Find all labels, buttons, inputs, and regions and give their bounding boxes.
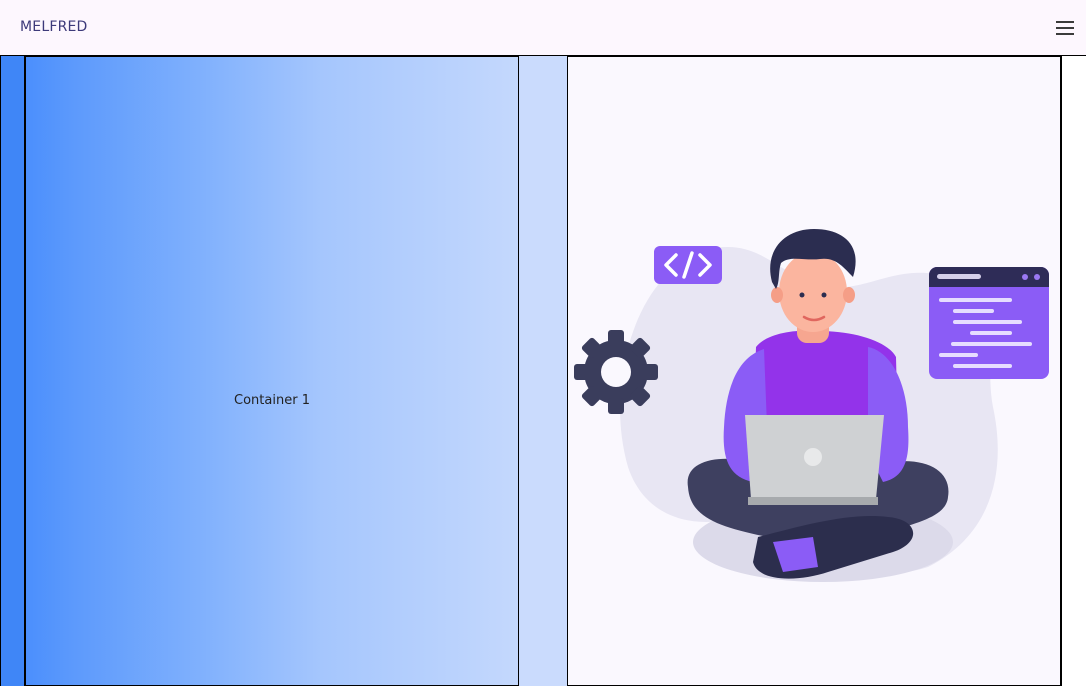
- container-1: Container 1: [25, 56, 519, 686]
- gap-column: [519, 56, 567, 686]
- laptop-icon: [745, 415, 884, 505]
- container-1-label: Container 1: [234, 393, 310, 408]
- menu-line: [1056, 21, 1074, 23]
- hamburger-menu-icon[interactable]: [1054, 18, 1078, 38]
- top-navbar: MELFRED: [0, 0, 1086, 56]
- gear-icon: [574, 330, 658, 414]
- browser-window-icon: [929, 267, 1049, 379]
- code-tag-icon: [654, 246, 722, 284]
- brand-logo-text[interactable]: MELFRED: [20, 19, 88, 35]
- right-edge-column: [1061, 56, 1086, 686]
- menu-line: [1056, 33, 1074, 35]
- container-2-illustration: [567, 56, 1061, 686]
- developer-illustration: [574, 229, 1049, 582]
- left-edge-column: [0, 56, 25, 686]
- menu-line: [1056, 27, 1074, 29]
